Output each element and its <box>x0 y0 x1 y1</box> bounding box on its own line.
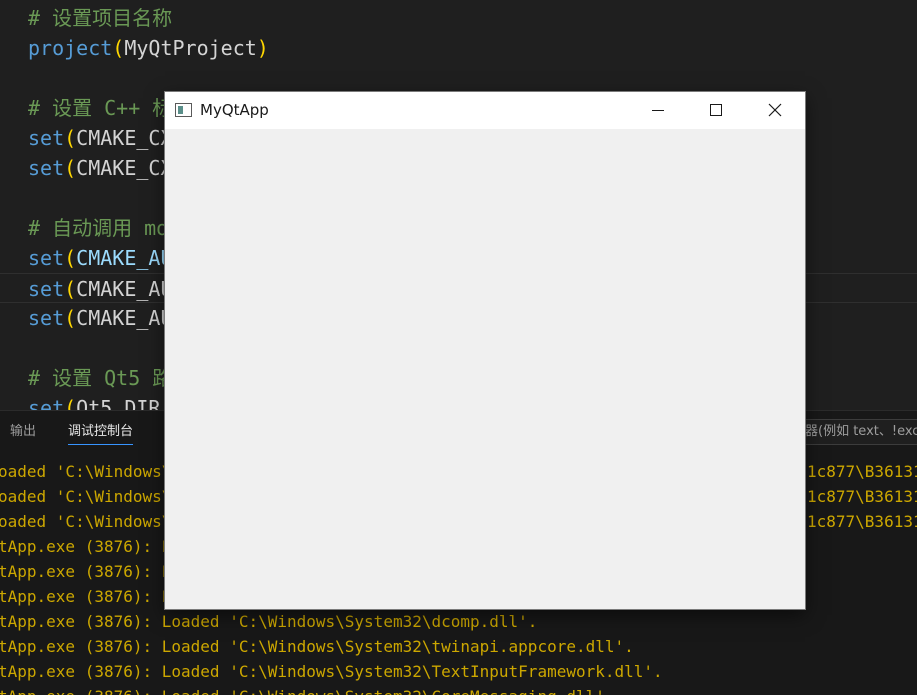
log-line-tail: 1c877\B36131 <box>807 512 917 531</box>
log-line: oaded 'C:\Windows\ <box>0 487 172 506</box>
code-token: # 设置 C++ 标 <box>28 96 173 120</box>
minimize-button[interactable] <box>629 92 687 129</box>
code-token: ( <box>64 156 77 180</box>
code-token: set <box>28 306 65 330</box>
window-titlebar[interactable]: MyQtApp <box>165 92 805 129</box>
log-line: tApp.exe (3876): L <box>0 537 172 556</box>
close-icon <box>768 103 782 117</box>
log-line: tApp.exe (3876): Loaded 'C:\Windows\Syst… <box>0 662 663 681</box>
log-line: tApp.exe (3876): Loaded 'C:\Windows\Syst… <box>0 612 538 631</box>
tab-debug-console[interactable]: 调试控制台 <box>68 423 134 445</box>
code-token: Qt5_DIR <box>76 396 161 410</box>
code-line: # 设置 Qt5 路 <box>28 363 172 393</box>
minimize-icon <box>652 110 664 111</box>
code-line: # 设置 C++ 标 <box>28 93 172 123</box>
window-title: MyQtApp <box>200 101 269 119</box>
code-token: # 设置项目名称 <box>28 6 173 30</box>
code-line: project(MyQtProject) <box>28 33 269 63</box>
code-token: ( <box>64 126 77 150</box>
code-line: # 自动调用 moc <box>28 213 180 243</box>
close-button[interactable] <box>746 92 804 129</box>
code-token: MyQtProject <box>124 36 257 60</box>
log-line-tail: 1c877\B36131 <box>807 462 917 481</box>
log-line: tApp.exe (3876): Loaded 'C:\Windows\Syst… <box>0 684 615 695</box>
log-line: tApp.exe (3876): L <box>0 587 172 606</box>
code-token: ( <box>64 277 77 301</box>
code-token: set <box>28 246 65 270</box>
code-token: ( <box>64 396 77 410</box>
code-token: set <box>28 156 65 180</box>
code-token: set <box>28 396 65 410</box>
code-token: # 设置 Qt5 路 <box>28 366 173 390</box>
log-line: oaded 'C:\Windows\ <box>0 462 172 481</box>
maximize-button[interactable] <box>687 92 745 129</box>
log-line: tApp.exe (3876): L <box>0 562 172 581</box>
code-token: project <box>28 36 113 60</box>
code-token: ( <box>64 306 77 330</box>
code-line: # 设置项目名称 <box>28 3 172 33</box>
code-token: ( <box>64 246 77 270</box>
code-token: ( <box>112 36 125 60</box>
log-line: tApp.exe (3876): Loaded 'C:\Windows\Syst… <box>0 637 634 656</box>
code-token: set <box>28 277 65 301</box>
code-line: set(CMAKE_CXX <box>28 153 185 183</box>
code-token: set <box>28 126 65 150</box>
window-client-area[interactable] <box>165 129 805 609</box>
app-window-icon <box>175 103 192 117</box>
log-line-tail: 1c877\B36131 <box>807 487 917 506</box>
code-line: set(CMAKE_CXX <box>28 123 185 153</box>
code-token: # 自动调用 moc <box>28 216 181 240</box>
log-line: oaded 'C:\Windows\ <box>0 512 172 531</box>
maximize-icon <box>710 104 722 116</box>
tab-output[interactable]: 输出 <box>10 423 36 445</box>
code-token: ) <box>256 36 269 60</box>
qt-app-window: MyQtApp <box>165 92 805 609</box>
